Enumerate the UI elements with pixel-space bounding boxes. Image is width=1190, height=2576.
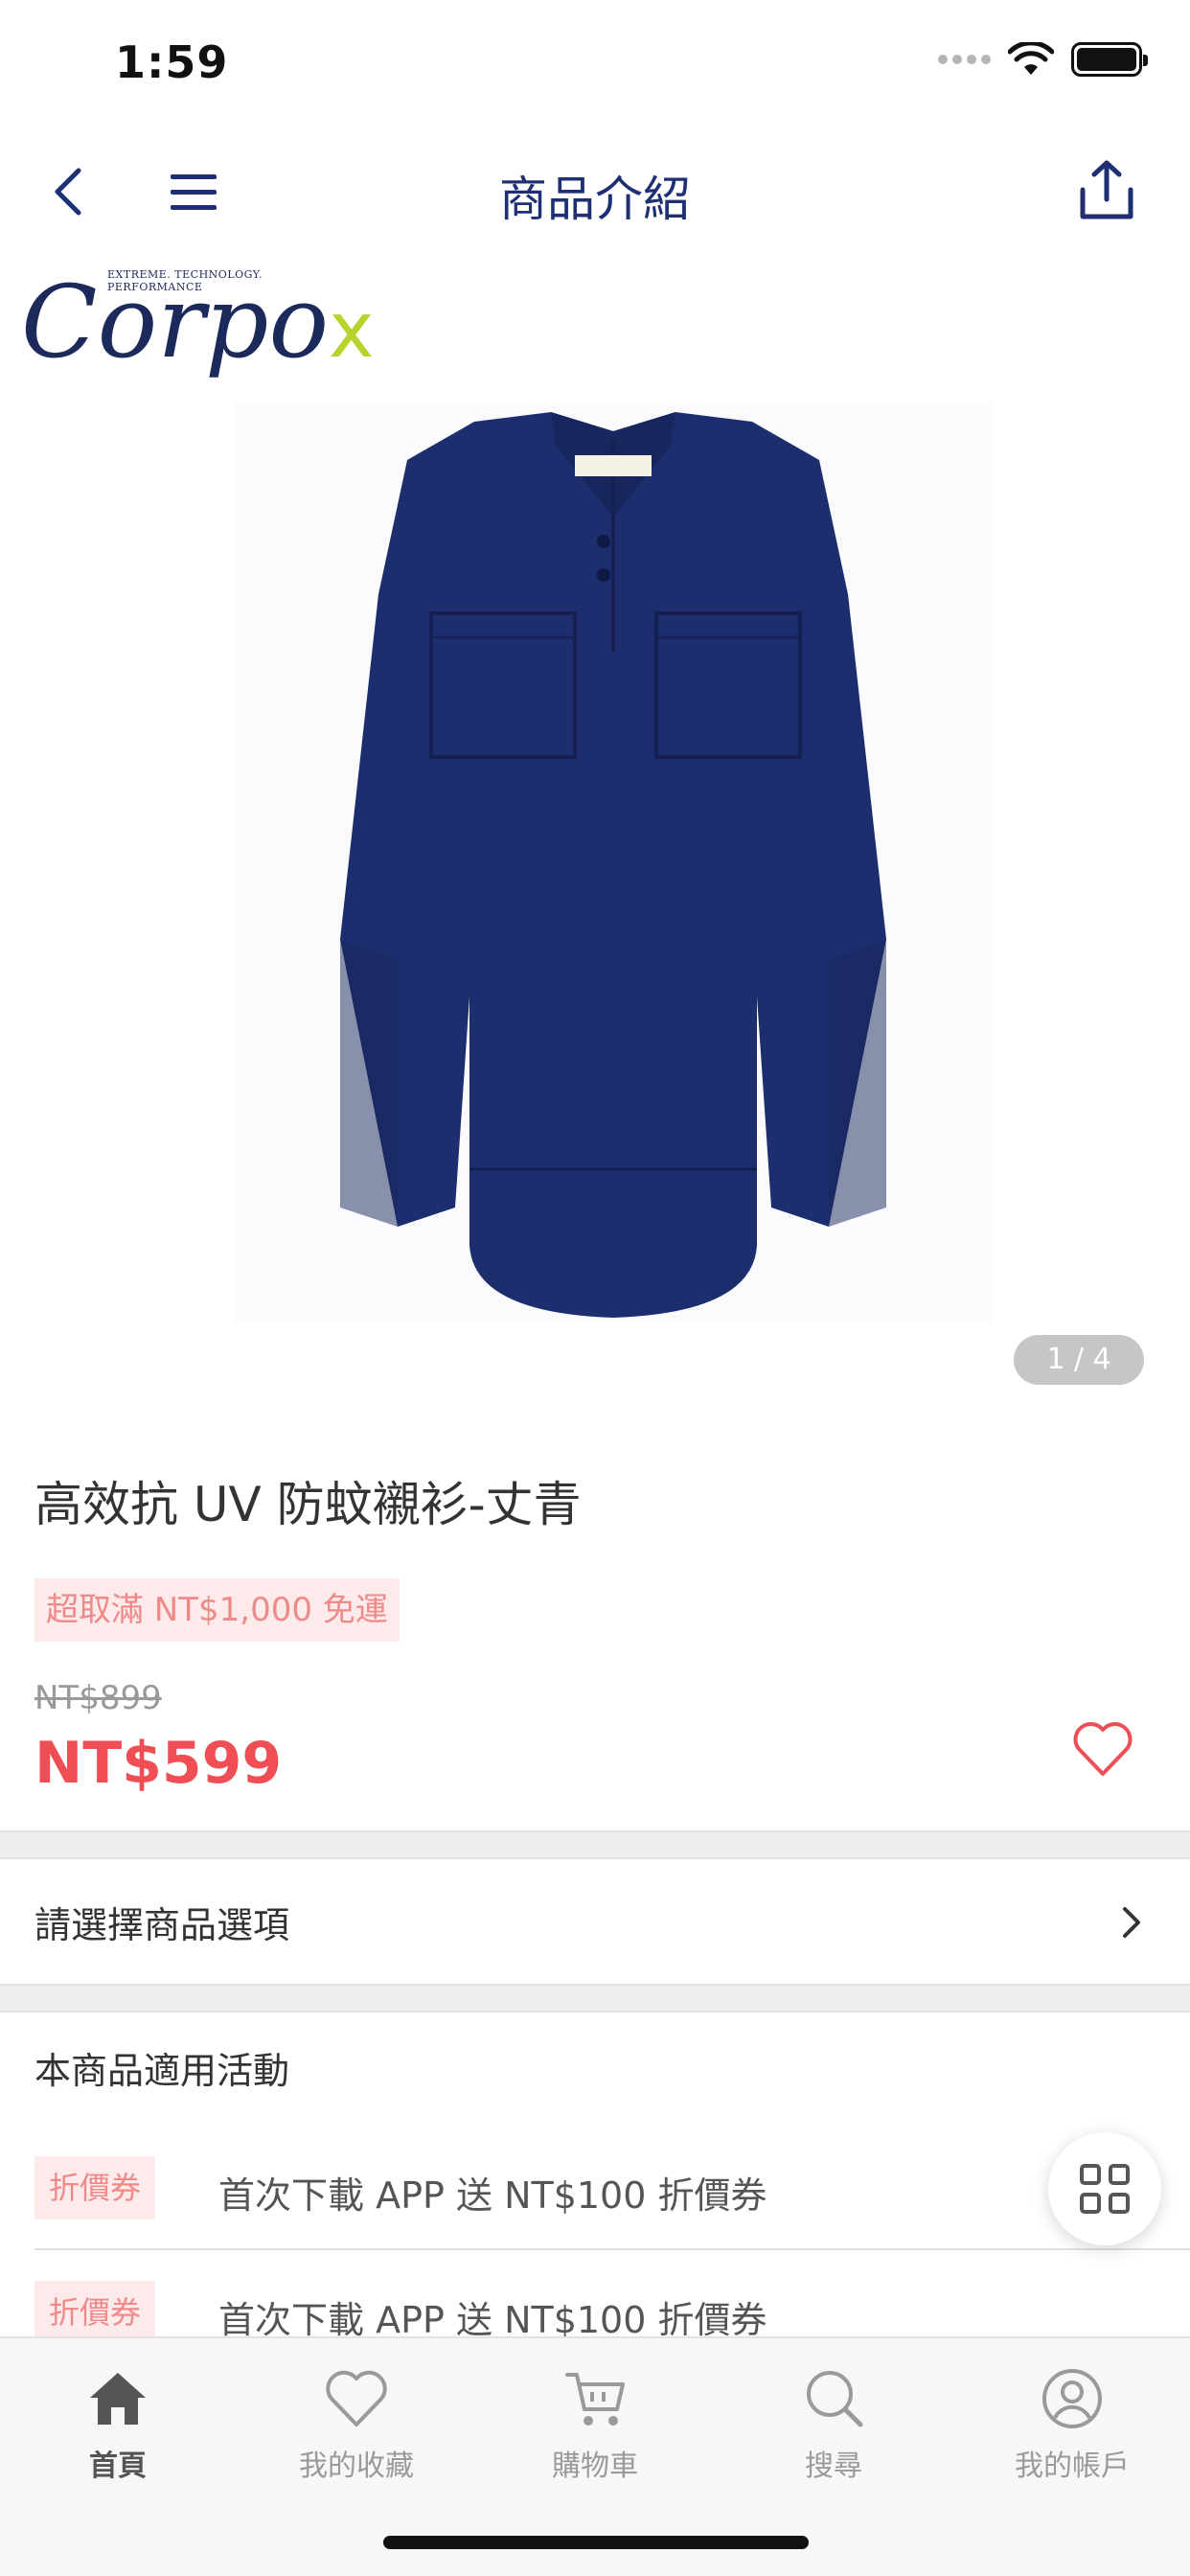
tab-label: 搜尋 — [805, 2450, 862, 2483]
cellular-signal-icon — [938, 55, 991, 64]
tab-home[interactable]: 首頁 — [22, 2365, 214, 2484]
status-bar: 1:59 — [0, 0, 1190, 125]
original-price: NT$899 — [34, 1679, 162, 1717]
tab-cart[interactable]: 購物車 — [499, 2365, 691, 2484]
promo-text: 首次下載 APP 送 NT$100 折價券 — [218, 2299, 767, 2341]
image-counter: 1 / 4 — [1014, 1335, 1144, 1385]
activities-title: 本商品適用活動 — [34, 2050, 290, 2092]
cart-icon — [565, 2373, 625, 2426]
tab-search[interactable]: 搜尋 — [738, 2365, 929, 2484]
coupon-tag: 折價券 — [34, 2156, 155, 2220]
tab-label: 我的帳戶 — [1015, 2450, 1130, 2483]
grid-menu-button[interactable] — [1048, 2132, 1161, 2245]
select-options-row[interactable]: 請選擇商品選項 — [0, 1859, 1190, 1984]
shipping-badge: 超取滿 NT$1,000 免運 — [34, 1578, 400, 1642]
status-indicators — [938, 42, 1148, 77]
tab-account[interactable]: 我的帳戶 — [976, 2365, 1168, 2484]
heart-icon — [326, 2370, 387, 2426]
promo-text: 首次下載 APP 送 NT$100 折價券 — [218, 2174, 767, 2217]
product-title: 高效抗 UV 防蚊襯衫-丈青 — [34, 1477, 582, 1532]
section-divider — [0, 1984, 1190, 2012]
select-options-label: 請選擇商品選項 — [34, 1904, 290, 1946]
home-icon — [90, 2373, 146, 2425]
section-divider — [0, 1830, 1190, 1859]
promo-divider — [34, 2248, 1190, 2250]
shirt-illustration — [340, 412, 886, 1318]
chevron-right-icon — [1123, 1907, 1140, 1938]
nav-bar: 商品介紹 — [0, 134, 1190, 249]
account-icon — [1042, 2369, 1102, 2428]
promo-item[interactable]: 折價券 首次下載 APP 送 NT$100 折價券 — [34, 2156, 1088, 2271]
grid-icon — [1080, 2164, 1130, 2214]
heart-icon[interactable] — [1071, 1720, 1134, 1778]
brand-wordmark: Corpox — [21, 264, 375, 380]
brand-logo: EXTREME. TECHNOLOGY. PERFORMANCE Corpox — [21, 268, 374, 374]
status-time: 1:59 — [115, 36, 229, 88]
tab-favorites[interactable]: 我的收藏 — [261, 2365, 452, 2484]
tab-label: 我的收藏 — [299, 2450, 414, 2483]
tab-label: 購物車 — [552, 2450, 638, 2483]
coupon-tag: 折價券 — [34, 2281, 155, 2344]
wifi-icon — [1008, 42, 1054, 75]
product-image[interactable] — [235, 402, 992, 1322]
brand-x: x — [329, 286, 375, 375]
battery-icon — [1071, 42, 1148, 77]
search-icon — [807, 2371, 863, 2427]
sale-price: NT$599 — [34, 1730, 283, 1797]
tab-label: 首頁 — [89, 2450, 147, 2483]
share-icon[interactable] — [1073, 157, 1140, 224]
home-indicator — [383, 2536, 809, 2549]
page-title: 商品介紹 — [499, 172, 691, 227]
